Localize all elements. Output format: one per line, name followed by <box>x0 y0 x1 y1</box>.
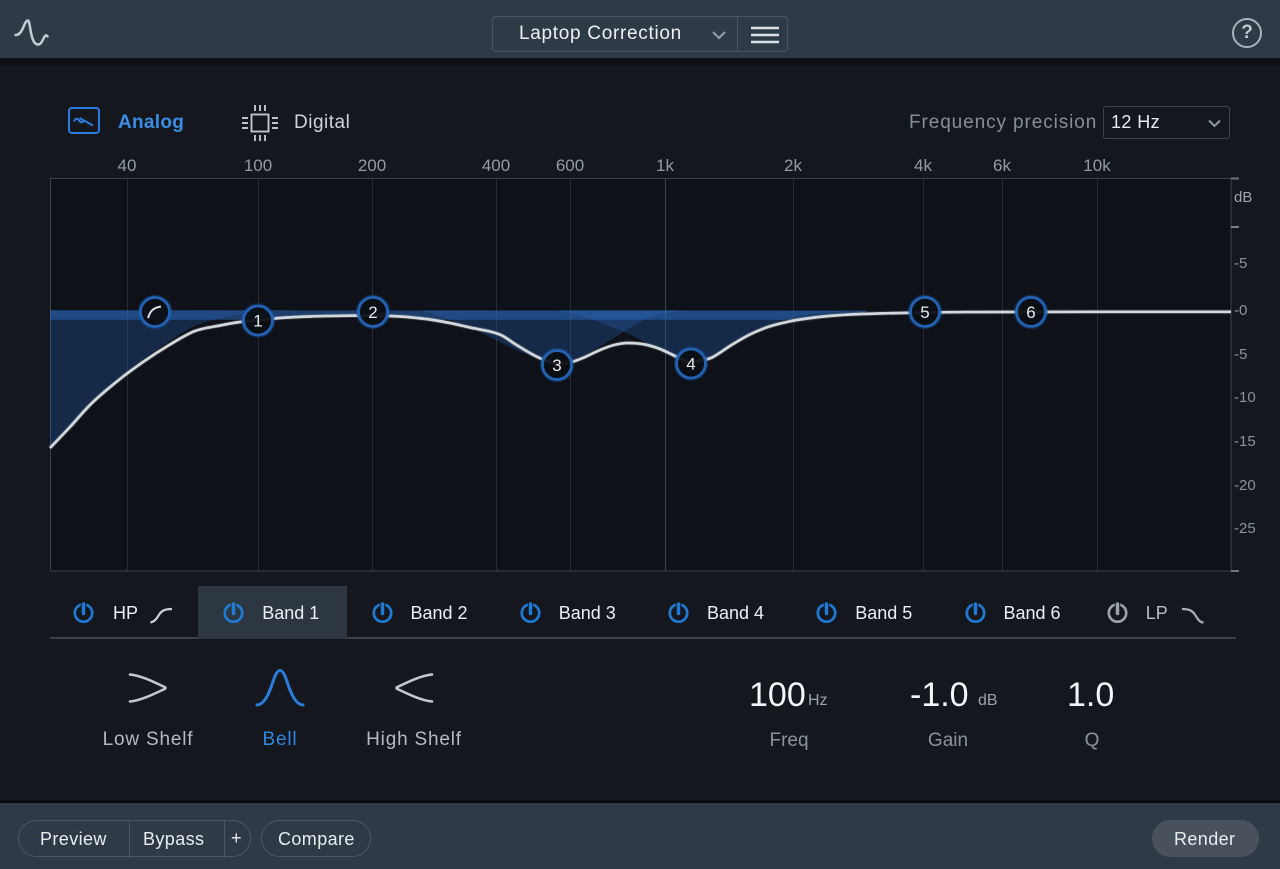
svg-text:3: 3 <box>552 356 561 375</box>
svg-text:5: 5 <box>920 303 929 322</box>
svg-text:6: 6 <box>1026 303 1035 322</box>
svg-text:2: 2 <box>368 303 377 322</box>
svg-text:4: 4 <box>686 355 695 374</box>
svg-text:1: 1 <box>253 312 262 331</box>
